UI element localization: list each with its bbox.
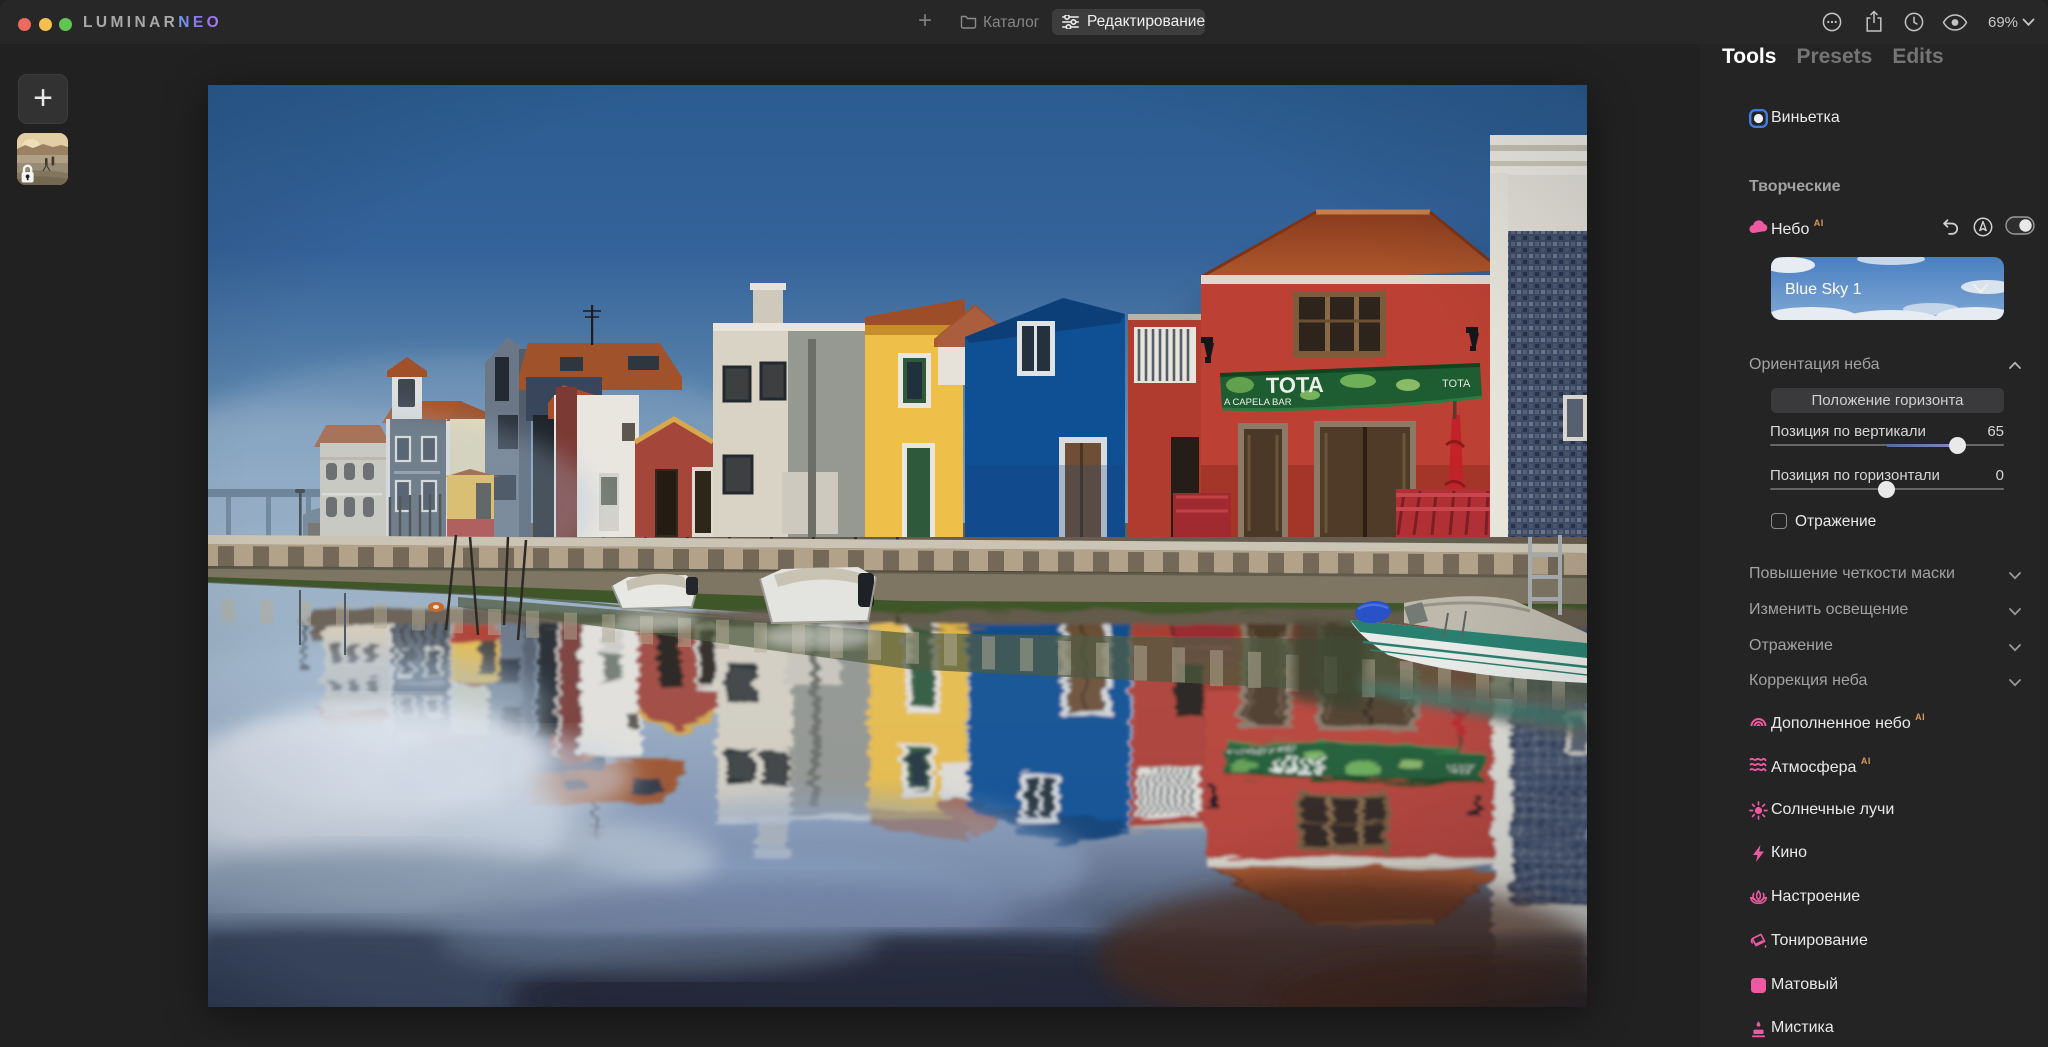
svg-text:Blue Sky 1: Blue Sky 1 (1785, 281, 1862, 298)
